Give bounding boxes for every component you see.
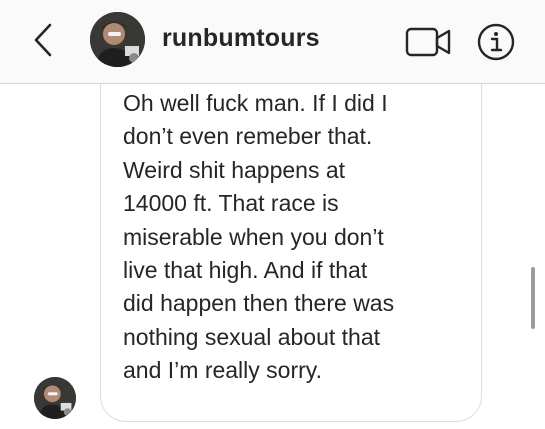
info-button[interactable] <box>476 22 516 62</box>
info-icon <box>477 23 515 61</box>
chat-header: runbumtours <box>0 0 545 84</box>
back-button[interactable] <box>26 20 60 60</box>
chevron-left-icon <box>34 23 52 57</box>
message-text: Oh well fuck man. If I did I don’t even … <box>123 90 395 384</box>
profile-photo-icon <box>90 12 145 67</box>
video-call-button[interactable] <box>404 22 454 62</box>
chat-username[interactable]: runbumtours <box>162 24 320 53</box>
sender-avatar[interactable] <box>34 377 76 419</box>
video-call-icon <box>405 27 451 57</box>
scrollbar-thumb[interactable] <box>531 267 535 329</box>
sender-photo-icon <box>34 377 76 419</box>
profile-avatar[interactable] <box>90 12 145 67</box>
message-thread[interactable]: Oh well fuck man. If I did I don’t even … <box>0 84 545 429</box>
